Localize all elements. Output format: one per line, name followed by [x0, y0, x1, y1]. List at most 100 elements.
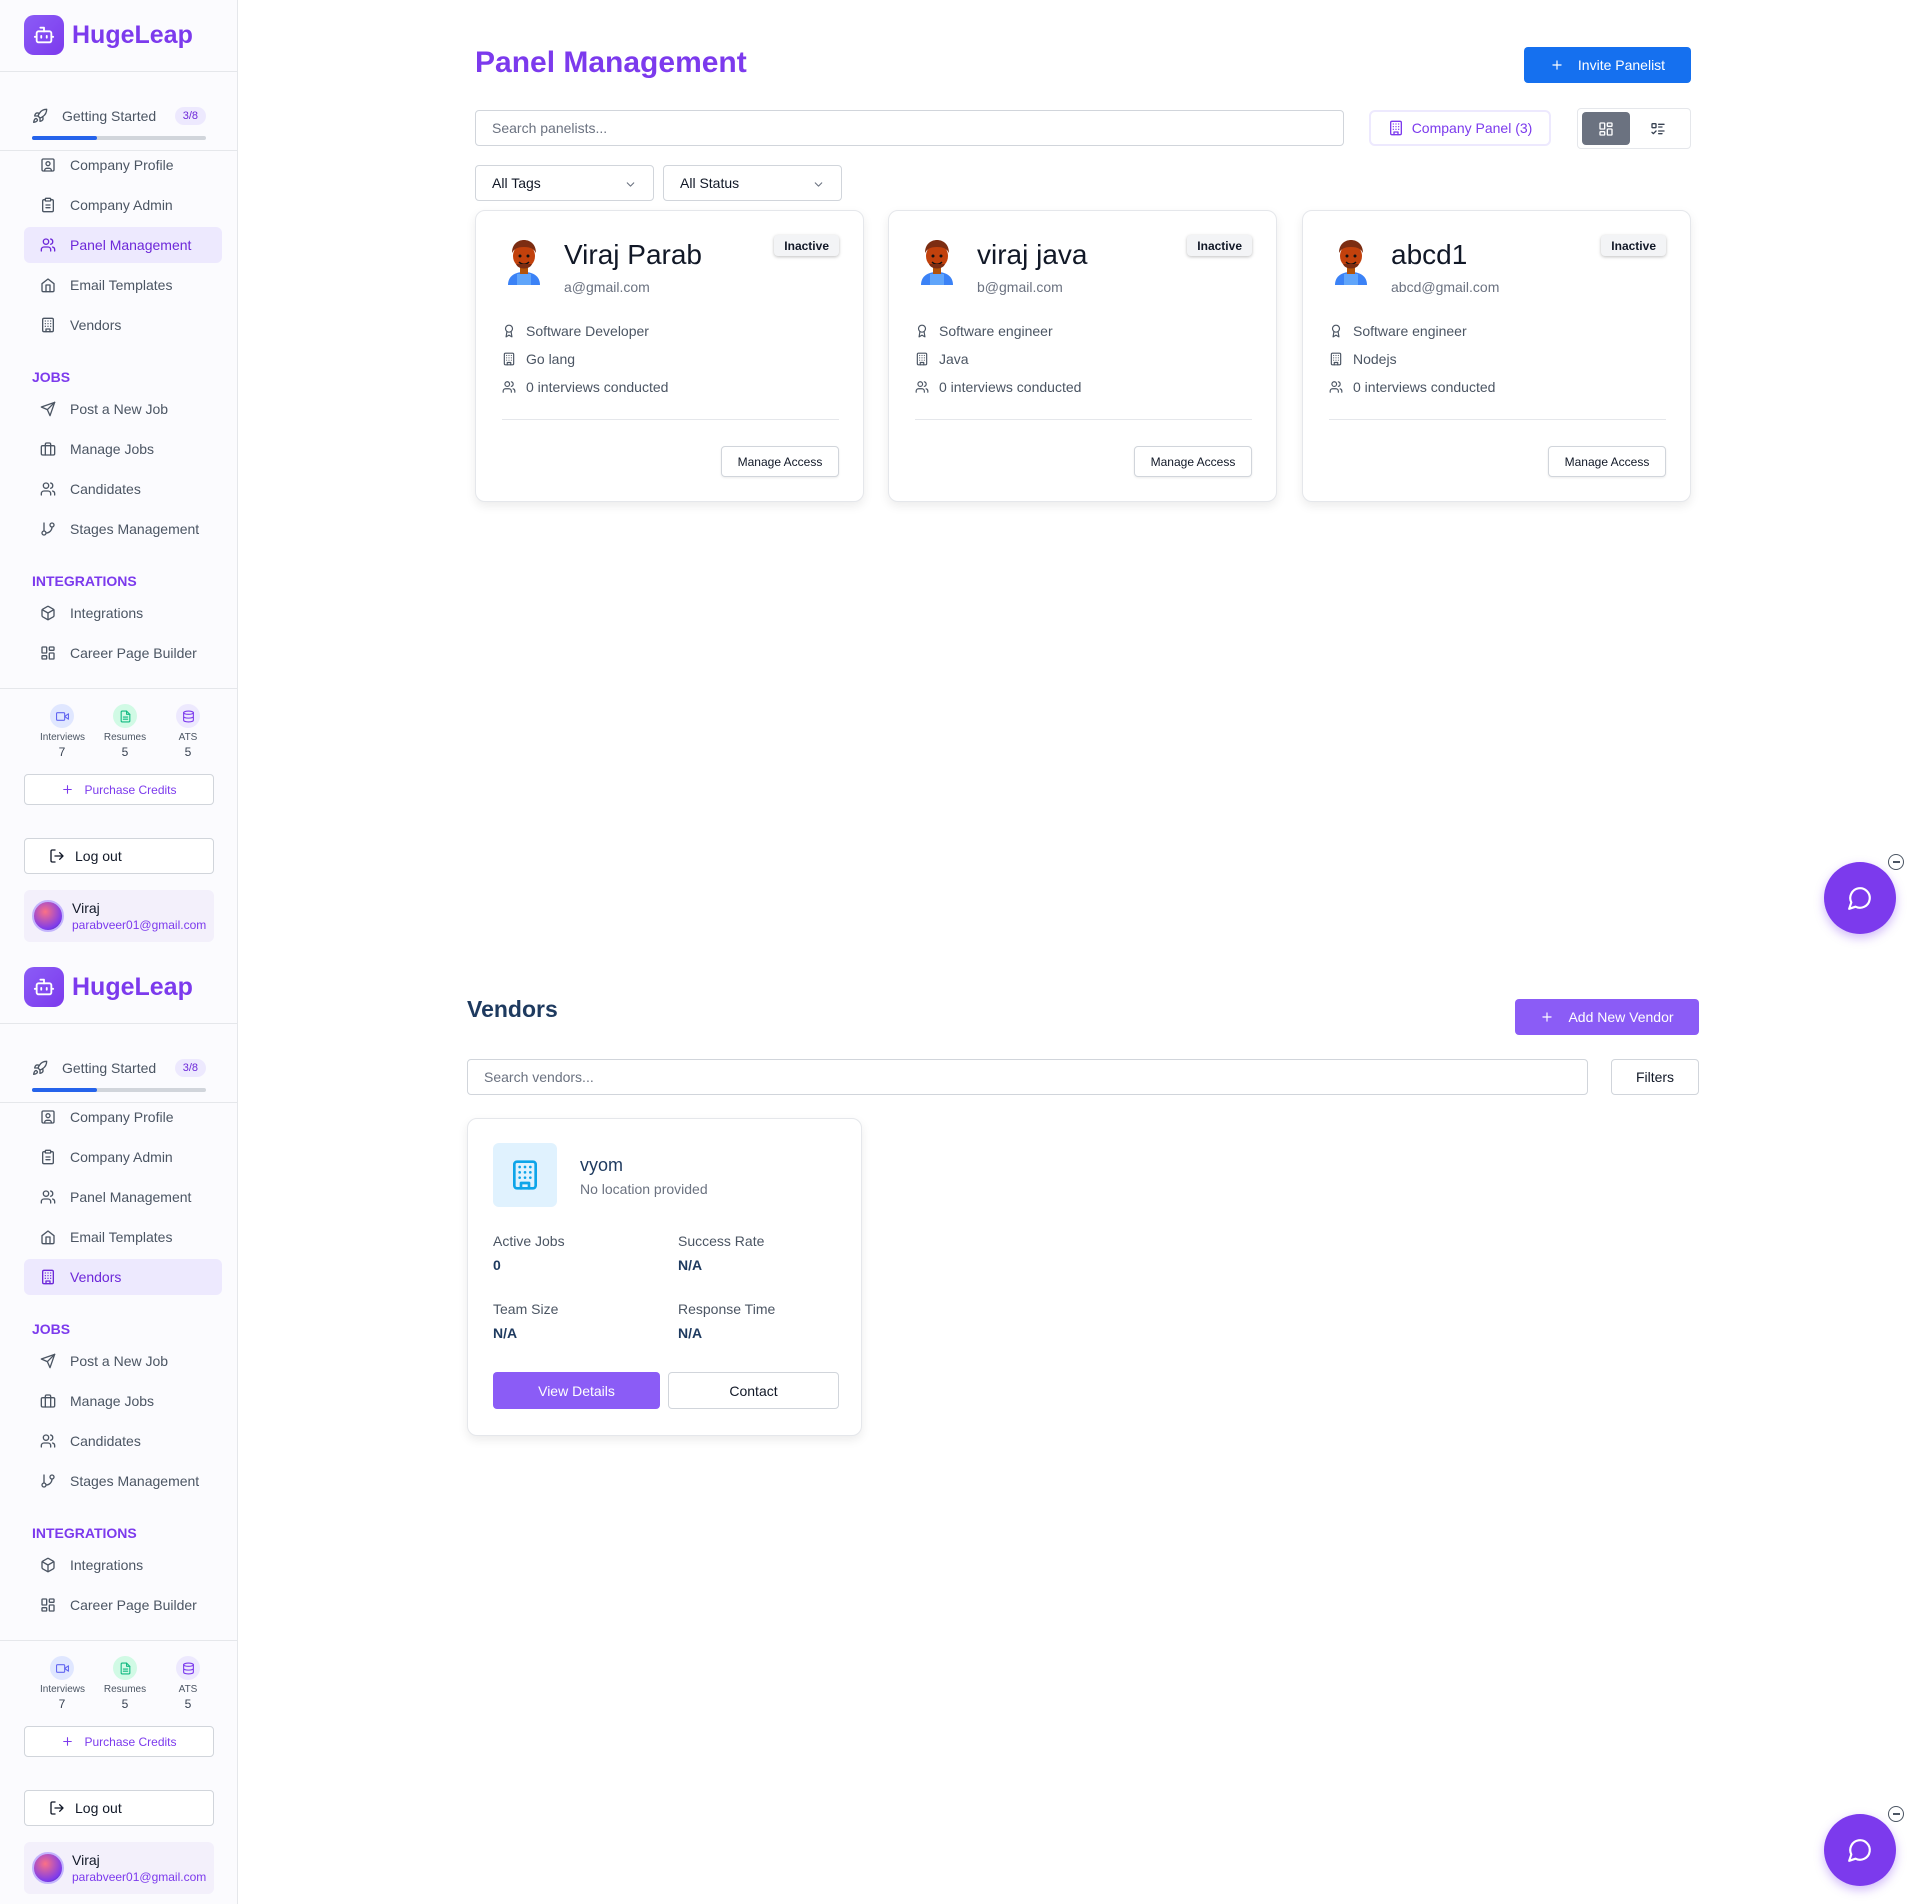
list-view-button[interactable]	[1634, 112, 1682, 145]
panelist-card: Viraj Parab a@gmail.com Inactive Softwar…	[475, 210, 864, 502]
purchase-credits-button[interactable]: Purchase Credits	[24, 1726, 214, 1757]
sidebar-item-panel-management[interactable]: Panel Management	[24, 1179, 222, 1215]
video-icon	[56, 1662, 69, 1675]
getting-started[interactable]: Getting Started 3/8	[32, 104, 206, 140]
logout-icon	[49, 1800, 65, 1816]
sidebar-item-vendors[interactable]: Vendors	[24, 307, 222, 343]
list-icon	[1650, 121, 1666, 137]
users-icon	[40, 1189, 56, 1205]
grid-view-button[interactable]	[1582, 112, 1630, 145]
sidebar-item-vendors[interactable]: Vendors	[24, 1259, 222, 1295]
users-icon	[40, 481, 56, 497]
panelist-card: abcd1 abcd@gmail.com Inactive Software e…	[1302, 210, 1691, 502]
sidebar-item-label: Integrations	[70, 1557, 144, 1573]
sidebar-divider	[0, 1023, 238, 1024]
status-filter-select[interactable]: All Status	[663, 165, 842, 201]
award-icon	[915, 324, 929, 338]
sidebar-item-career-page[interactable]: Career Page Builder	[24, 635, 222, 671]
purchase-credits-label: Purchase Credits	[84, 1734, 177, 1749]
panel-management-screen: HugeLeap Getting Started 3/8 Company Pro…	[0, 0, 1912, 952]
sidebar-item-label: Career Page Builder	[70, 645, 197, 661]
getting-started-label: Getting Started	[62, 1060, 157, 1076]
sidebar-item-integrations[interactable]: Integrations	[24, 1547, 222, 1583]
brand[interactable]: HugeLeap	[24, 15, 193, 55]
invite-panelist-button[interactable]: Invite Panelist	[1524, 47, 1691, 83]
sidebar-item-stages[interactable]: Stages Management	[24, 1463, 222, 1499]
stat-label: Active Jobs	[493, 1233, 565, 1249]
manage-access-button[interactable]: Manage Access	[1548, 446, 1666, 477]
sidebar-item-company-profile[interactable]: Company Profile	[24, 1099, 222, 1135]
logout-button[interactable]: Log out	[24, 1790, 214, 1826]
box-icon	[40, 605, 56, 621]
contact-button[interactable]: Contact	[668, 1372, 839, 1409]
sidebar-item-label: Company Admin	[70, 197, 173, 213]
sidebar-item-integrations[interactable]: Integrations	[24, 595, 222, 631]
users-icon	[40, 237, 56, 253]
company-panel-button[interactable]: Company Panel (3)	[1369, 110, 1551, 146]
sidebar-item-career-page[interactable]: Career Page Builder	[24, 1587, 222, 1623]
chat-button[interactable]	[1824, 1814, 1896, 1886]
sidebar-item-candidates[interactable]: Candidates	[24, 1423, 222, 1459]
getting-started[interactable]: Getting Started 3/8	[32, 1056, 206, 1092]
purchase-credits-label: Purchase Credits	[84, 782, 177, 797]
stat-value: N/A	[678, 1325, 703, 1341]
sidebar-item-company-profile[interactable]: Company Profile	[24, 147, 222, 183]
credit-label: ATS	[178, 732, 198, 743]
sidebar-divider	[0, 71, 238, 72]
sidebar-item-stages[interactable]: Stages Management	[24, 511, 222, 547]
sidebar-item-email-templates[interactable]: Email Templates	[24, 267, 222, 303]
manage-access-button[interactable]: Manage Access	[1134, 446, 1252, 477]
credit-value: 7	[58, 1697, 66, 1711]
tags-filter-select[interactable]: All Tags	[475, 165, 654, 201]
panelist-card: viraj java b@gmail.com Inactive Software…	[888, 210, 1277, 502]
purchase-credits-button[interactable]: Purchase Credits	[24, 774, 214, 805]
panelist-interviews: 0 interviews conducted	[915, 379, 1081, 395]
add-vendor-button[interactable]: Add New Vendor	[1515, 999, 1699, 1035]
user-profile[interactable]: Viraj parabveer01@gmail.com	[24, 1842, 214, 1894]
brand[interactable]: HugeLeap	[24, 967, 193, 1007]
getting-started-progress	[32, 1088, 206, 1092]
vendor-card: vyom No location provided Active Jobs 0 …	[467, 1118, 862, 1436]
building-icon	[493, 1143, 557, 1207]
chevron-down-icon	[812, 178, 825, 191]
status-badge: Inactive	[774, 235, 839, 256]
sidebar-item-candidates[interactable]: Candidates	[24, 471, 222, 507]
vendors-screen: HugeLeap Getting Started 3/8 Company Pro…	[0, 952, 1912, 1904]
search-vendors-input[interactable]	[467, 1059, 1588, 1095]
manage-access-button[interactable]: Manage Access	[721, 446, 839, 477]
grid-icon	[1598, 121, 1614, 137]
sidebar-item-post-job[interactable]: Post a New Job	[24, 1343, 222, 1379]
panelist-avatar	[502, 237, 546, 285]
sidebar-item-company-admin[interactable]: Company Admin	[24, 187, 222, 223]
sidebar-item-manage-jobs[interactable]: Manage Jobs	[24, 431, 222, 467]
users-icon	[915, 380, 929, 394]
credits-summary: Interviews 7 Resumes 5 ATS 5	[40, 704, 210, 759]
database-icon	[182, 710, 195, 723]
credit-value: 5	[121, 1697, 129, 1711]
credit-label: ATS	[178, 1684, 198, 1695]
git-branch-icon	[40, 521, 56, 537]
search-panelists-input[interactable]	[475, 110, 1344, 146]
file-icon	[119, 710, 132, 723]
video-icon	[56, 710, 69, 723]
credits-summary: Interviews 7 Resumes 5 ATS 5	[40, 1656, 210, 1711]
user-name: Viraj	[72, 900, 100, 916]
credit-interviews: Interviews 7	[40, 704, 85, 759]
sidebar-item-manage-jobs[interactable]: Manage Jobs	[24, 1383, 222, 1419]
minimize-chat-button[interactable]	[1888, 1806, 1904, 1822]
sidebar-item-company-admin[interactable]: Company Admin	[24, 1139, 222, 1175]
sidebar-item-panel-management[interactable]: Panel Management	[24, 227, 222, 263]
minimize-chat-button[interactable]	[1888, 854, 1904, 870]
sidebar-item-post-job[interactable]: Post a New Job	[24, 391, 222, 427]
status-badge: Inactive	[1187, 235, 1252, 256]
panelist-role: Software engineer	[1329, 323, 1467, 339]
panelist-interviews: 0 interviews conducted	[502, 379, 668, 395]
robot-logo-icon	[24, 15, 64, 55]
chat-button[interactable]	[1824, 862, 1896, 934]
avatar	[32, 900, 64, 932]
logout-button[interactable]: Log out	[24, 838, 214, 874]
user-profile[interactable]: Viraj parabveer01@gmail.com	[24, 890, 214, 942]
view-details-button[interactable]: View Details	[493, 1372, 660, 1409]
sidebar-item-email-templates[interactable]: Email Templates	[24, 1219, 222, 1255]
filters-button[interactable]: Filters	[1611, 1059, 1699, 1095]
